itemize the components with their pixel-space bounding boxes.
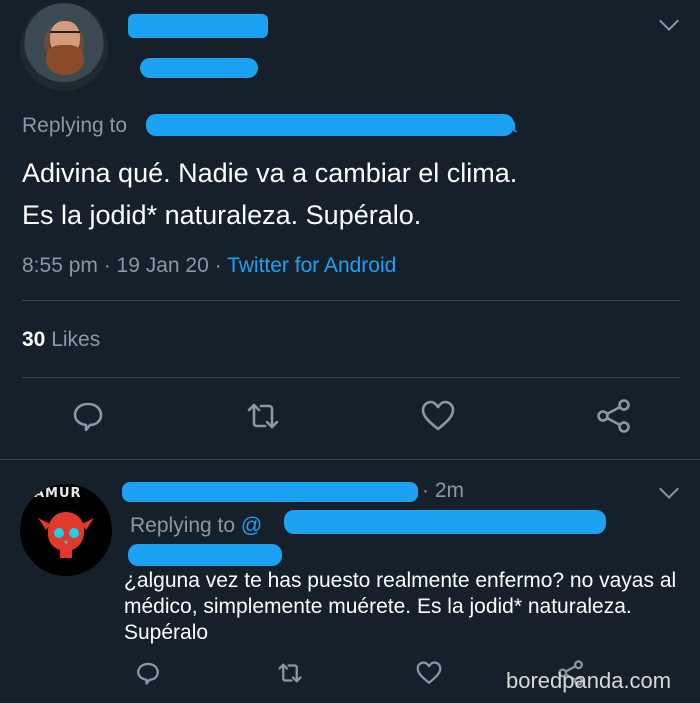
samurai-skull-icon [38,512,94,558]
heart-icon[interactable] [418,396,458,436]
reply-icon[interactable] [68,396,108,436]
replying-to-label: Replying to [22,114,128,137]
redacted-reply-handles [284,510,606,534]
divider [22,300,680,301]
redacted-display-name [128,14,268,38]
share-icon[interactable] [594,396,634,436]
tweet-text: Adivina qué. Nadie va a cambiar el clima… [22,152,682,236]
main-tweet: Replying to a Adivina qué. Nadie va a ca… [0,0,700,460]
reply-tweet: AMUR · 2m Replying to @ ¿alguna vez te h… [0,460,700,703]
retweet-icon[interactable] [243,396,283,436]
tweet-text-line-2: Es la jodid* naturaleza. Supéralo. [22,200,422,230]
redacted-handle [140,58,258,78]
likes-label: Likes [45,328,101,351]
tweet-timestamp[interactable]: 8:55 pm · 19 Jan 20 · [22,254,227,277]
redacted-display-name [122,482,418,502]
redacted-reply-handles-2 [128,544,282,566]
reply-timestamp[interactable]: · 2m [422,479,464,503]
chevron-down-icon[interactable] [659,479,679,499]
reply-tweet-text: ¿alguna vez te has puesto realmente enfe… [124,569,677,644]
replying-to-label: Replying to @ [130,514,263,537]
tweet-actions [0,396,700,440]
watermark: boredpanda.com [506,668,672,693]
tweet-text-line-1: Adivina qué. Nadie va a cambiar el clima… [22,158,518,188]
user-avatar[interactable] [20,3,108,91]
replying-to-tail: a [505,114,517,137]
replying-to-at[interactable]: @ [241,514,262,537]
avatar-glasses [50,31,80,37]
chevron-down-icon[interactable] [659,11,679,31]
redacted-reply-handles [146,114,514,136]
likes-number: 30 [22,328,46,351]
reply-icon[interactable] [133,658,163,688]
likes-count[interactable]: 30 Likes [22,328,100,352]
tweet-meta: 8:55 pm · 19 Jan 20 · Twitter for Androi… [22,254,396,278]
avatar-beard [46,45,84,75]
heart-icon[interactable] [414,658,444,688]
divider [22,377,680,378]
retweet-icon[interactable] [275,658,305,688]
tweet-source-link[interactable]: Twitter for Android [227,254,396,277]
reply-user-avatar[interactable]: AMUR [20,484,112,576]
